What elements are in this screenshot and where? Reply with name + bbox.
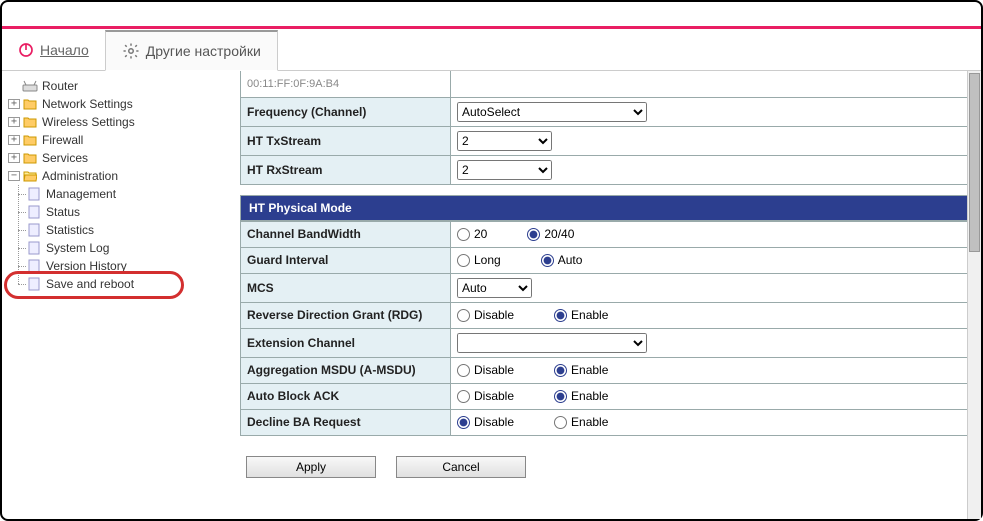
cancel-button[interactable]: Cancel	[396, 456, 526, 478]
page-icon	[26, 259, 42, 273]
ack-disable-radio[interactable]	[457, 390, 470, 403]
amsdu-enable-radio[interactable]	[554, 364, 567, 377]
bssid-value: 00:11:FF:0F:9A:B4	[241, 71, 451, 97]
amsdu-disable-radio[interactable]	[457, 364, 470, 377]
extension-channel-select[interactable]	[457, 333, 647, 353]
scrollbar-thumb[interactable]	[969, 73, 980, 252]
rdg-label: Reverse Direction Grant (RDG)	[241, 302, 451, 328]
gi-auto-radio[interactable]	[541, 254, 554, 267]
page-icon	[26, 277, 42, 291]
httx-select[interactable]: 2	[457, 131, 552, 151]
ba-enable-radio[interactable]	[554, 416, 567, 429]
amsdu-enable-option[interactable]: Enable	[554, 363, 608, 377]
tree-firewall[interactable]: + Firewall	[8, 131, 234, 149]
content-pane: BSSID 00:11:FF:0F:9A:B4 Frequency (Chann…	[234, 71, 981, 519]
ht-settings-table: Channel BandWidth 20 20/40 Guard Interva…	[240, 221, 968, 436]
ba-enable-option[interactable]: Enable	[554, 415, 608, 429]
ba-disable-radio[interactable]	[457, 416, 470, 429]
ack-enable-radio[interactable]	[554, 390, 567, 403]
router-icon	[22, 79, 38, 93]
amsdu-disable-option[interactable]: Disable	[457, 363, 514, 377]
ht-physical-mode-header: HT Physical Mode	[240, 195, 968, 221]
tree-system-log[interactable]: System Log	[26, 239, 234, 257]
tree-status[interactable]: Status	[26, 203, 234, 221]
amsdu-label: Aggregation MSDU (A-MSDU)	[241, 357, 451, 383]
expand-icon[interactable]: +	[8, 153, 20, 163]
tree-root-router[interactable]: Router	[8, 77, 234, 95]
tree-services[interactable]: + Services	[8, 149, 234, 167]
vertical-scrollbar[interactable]	[967, 71, 981, 519]
rdg-disable-radio[interactable]	[457, 309, 470, 322]
channel-bandwidth-label: Channel BandWidth	[241, 221, 451, 247]
tree-administration[interactable]: − Administration	[8, 167, 234, 185]
gi-auto-option[interactable]: Auto	[541, 253, 583, 267]
tab-other-settings[interactable]: Другие настройки	[105, 30, 278, 71]
tree-save-and-reboot[interactable]: Save and reboot	[26, 275, 234, 293]
rdg-enable-option[interactable]: Enable	[554, 308, 608, 322]
folder-icon	[22, 97, 38, 111]
auto-block-ack-label: Auto Block ACK	[241, 383, 451, 409]
mcs-select[interactable]: Auto	[457, 278, 532, 298]
bandwidth-2040-radio[interactable]	[527, 228, 540, 241]
bandwidth-20-radio[interactable]	[457, 228, 470, 241]
home-link[interactable]: Начало	[40, 42, 89, 58]
httx-label: HT TxStream	[241, 126, 451, 155]
mcs-label: MCS	[241, 273, 451, 302]
folder-icon	[22, 151, 38, 165]
rdg-disable-option[interactable]: Disable	[457, 308, 514, 322]
page-icon	[26, 241, 42, 255]
tree-version-history[interactable]: Version History	[26, 257, 234, 275]
page-icon	[26, 223, 42, 237]
tab-other-settings-label: Другие настройки	[146, 43, 261, 59]
decline-ba-label: Decline BA Request	[241, 409, 451, 435]
guard-interval-label: Guard Interval	[241, 247, 451, 273]
frequency-label: Frequency (Channel)	[241, 97, 451, 126]
collapse-icon[interactable]: −	[8, 171, 20, 181]
expand-icon[interactable]: +	[8, 99, 20, 109]
extension-channel-label: Extension Channel	[241, 328, 451, 357]
rdg-enable-radio[interactable]	[554, 309, 567, 322]
tree-wireless-settings[interactable]: + Wireless Settings	[8, 113, 234, 131]
ack-disable-option[interactable]: Disable	[457, 389, 514, 403]
folder-open-icon	[22, 169, 38, 183]
ba-disable-option[interactable]: Disable	[457, 415, 514, 429]
header-tabs: Начало Другие настройки	[2, 29, 981, 71]
htrx-label: HT RxStream	[241, 155, 451, 184]
gi-long-radio[interactable]	[457, 254, 470, 267]
htrx-select[interactable]: 2	[457, 160, 552, 180]
gi-long-option[interactable]: Long	[457, 253, 501, 267]
gear-icon	[122, 42, 140, 60]
tree-network-settings[interactable]: + Network Settings	[8, 95, 234, 113]
folder-icon	[22, 115, 38, 129]
expand-icon[interactable]: +	[8, 117, 20, 127]
bandwidth-20-option[interactable]: 20	[457, 227, 487, 241]
apply-button[interactable]: Apply	[246, 456, 376, 478]
tab-home[interactable]: Начало	[2, 29, 105, 70]
expand-icon[interactable]: +	[8, 135, 20, 145]
folder-icon	[22, 133, 38, 147]
page-icon	[26, 187, 42, 201]
basic-settings-table: BSSID 00:11:FF:0F:9A:B4 Frequency (Chann…	[240, 71, 968, 185]
power-icon	[18, 42, 34, 58]
tree-management[interactable]: Management	[26, 185, 234, 203]
frequency-select[interactable]: AutoSelect	[457, 102, 647, 122]
bandwidth-2040-option[interactable]: 20/40	[527, 227, 574, 241]
sidebar-tree: Router + Network Settings + Wireless Set…	[2, 71, 234, 519]
tree-statistics[interactable]: Statistics	[26, 221, 234, 239]
ack-enable-option[interactable]: Enable	[554, 389, 608, 403]
page-icon	[26, 205, 42, 219]
